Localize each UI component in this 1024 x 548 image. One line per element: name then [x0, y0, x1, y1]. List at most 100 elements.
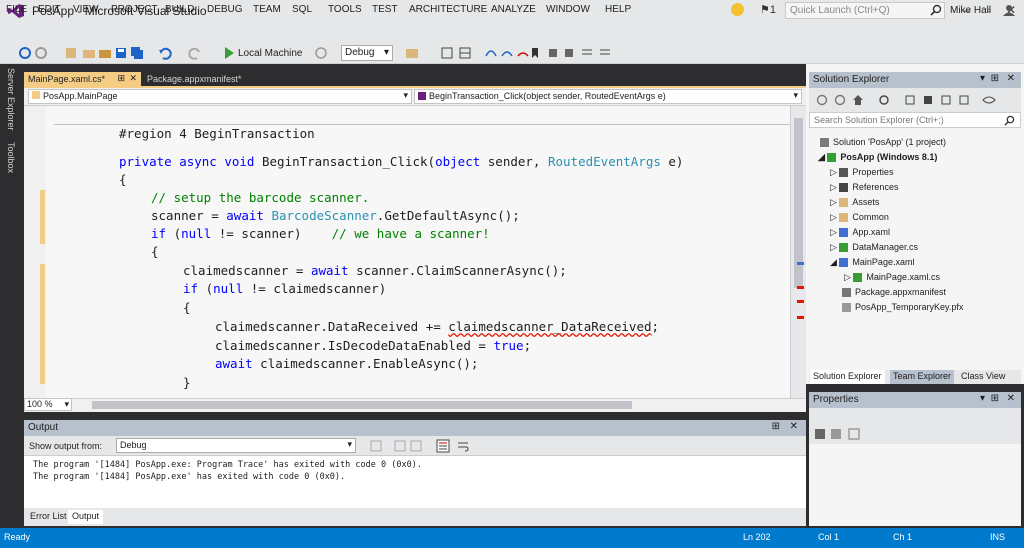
quick-launch-input[interactable]: Quick Launch (Ctrl+Q) [785, 2, 945, 19]
collapsed-arrow-icon[interactable]: ▷ [830, 242, 839, 252]
panel-splitter[interactable] [24, 412, 806, 420]
find-in-files-icon[interactable] [405, 46, 419, 60]
feedback-smiley-icon[interactable] [731, 3, 744, 16]
menu-sql[interactable]: SQL [292, 4, 312, 15]
forward-icon[interactable] [834, 94, 846, 106]
toolbox-tab[interactable]: Toolbox [6, 142, 16, 173]
tree-item-assets[interactable]: ▷ Assets [830, 195, 879, 209]
menu-team[interactable]: TEAM [253, 4, 281, 15]
menu-project[interactable]: PROJECT [111, 4, 158, 15]
tree-item-datamanager-cs[interactable]: ▷ DataManager.cs [830, 240, 918, 254]
expanded-arrow-icon[interactable]: ◢ [818, 152, 827, 162]
open-folder-icon[interactable] [98, 46, 112, 60]
menu-help[interactable]: HELP [605, 4, 631, 15]
find-message-icon[interactable] [370, 440, 382, 452]
open-file-icon[interactable] [82, 46, 96, 60]
forward-navigation-icon[interactable] [34, 46, 48, 60]
tree-item-common[interactable]: ▷ Common [830, 210, 889, 224]
close-icon[interactable]: ✕ [1007, 393, 1015, 404]
solution-search-input[interactable]: Search Solution Explorer (Ctrl+;) [809, 112, 1021, 128]
menu-analyze[interactable]: ANALYZE [491, 4, 536, 15]
save-icon[interactable] [114, 46, 128, 60]
user-account-icon[interactable] [1002, 4, 1016, 16]
tab-team-explorer[interactable]: Team Explorer [890, 370, 955, 384]
notifications-flag-icon[interactable]: ⚑1 [760, 3, 776, 16]
chevron-down-icon[interactable]: ▾ [980, 393, 985, 404]
tree-item-mainpage-xaml[interactable]: ◢ MainPage.xaml [830, 255, 914, 269]
collapsed-arrow-icon[interactable]: ▷ [830, 212, 839, 222]
menu-edit[interactable]: EDIT [38, 4, 61, 15]
menu-architecture[interactable]: ARCHITECTURE [409, 4, 487, 15]
tab-output[interactable]: Output [68, 510, 104, 524]
close-tab-icon[interactable]: ✕ [129, 73, 137, 84]
home-icon[interactable] [852, 94, 864, 106]
zoom-select[interactable]: 100 % ▾ [24, 398, 72, 411]
properties-window-icon[interactable] [458, 46, 472, 60]
show-all-files-icon[interactable] [922, 94, 934, 106]
save-all-icon[interactable] [130, 46, 144, 60]
menu-debug[interactable]: DEBUG [207, 4, 243, 15]
comment-out-icon[interactable] [580, 46, 594, 60]
new-project-icon[interactable] [64, 46, 78, 60]
pin-icon[interactable]: ⊞ [117, 73, 125, 84]
menu-file[interactable]: FILE [6, 4, 27, 15]
tree-item-app-xaml[interactable]: ▷ App.xaml [830, 225, 890, 239]
solution-configuration-select[interactable]: Debug ▾ [341, 45, 393, 61]
solution-explorer-icon[interactable] [440, 46, 454, 60]
property-pages-icon[interactable] [848, 428, 860, 440]
menu-build[interactable]: BUILD [165, 4, 194, 15]
output-source-select[interactable]: Debug ▾ [116, 438, 356, 453]
tab-error-list[interactable]: Error List [26, 510, 71, 524]
horizontal-scroll-thumb[interactable] [92, 401, 632, 409]
run-target-label[interactable]: Local Machine [238, 48, 302, 59]
previous-bookmark-icon[interactable] [546, 46, 560, 60]
tree-item-project[interactable]: ◢ PosApp (Windows 8.1) [818, 150, 937, 164]
categorized-icon[interactable] [814, 428, 826, 440]
previous-message-icon[interactable] [394, 440, 406, 452]
member-dropdown[interactable]: BeginTransaction_Click(object sender, Ro… [414, 89, 802, 104]
collapsed-arrow-icon[interactable]: ▷ [830, 227, 839, 237]
next-message-icon[interactable] [410, 440, 422, 452]
uncomment-icon[interactable] [598, 46, 612, 60]
type-dropdown[interactable]: PosApp.MainPage ▾ [28, 89, 412, 104]
chevron-down-icon[interactable]: ▾ [980, 73, 985, 84]
tree-item-references[interactable]: ▷ References [830, 180, 898, 194]
tree-item-temporary-key[interactable]: PosApp_TemporaryKey.pfx [842, 300, 963, 314]
undo-icon[interactable] [158, 46, 172, 60]
pin-icon[interactable]: ⊞ [991, 393, 999, 404]
close-icon[interactable]: ✕ [790, 421, 798, 432]
start-debugging-play-icon[interactable] [225, 47, 234, 59]
properties-grid[interactable] [809, 444, 1021, 526]
menu-window[interactable]: WINDOW [546, 4, 590, 15]
alphabetical-icon[interactable] [830, 428, 842, 440]
redo-icon[interactable] [188, 46, 202, 60]
refresh-icon[interactable] [940, 94, 952, 106]
next-bookmark-icon[interactable] [562, 46, 576, 60]
close-icon[interactable]: ✕ [1007, 73, 1015, 84]
expanded-arrow-icon[interactable]: ◢ [830, 257, 839, 267]
signed-in-user[interactable]: Mike Hall [950, 5, 991, 16]
bookmark-icon[interactable] [528, 46, 542, 60]
sync-icon[interactable] [878, 94, 890, 106]
server-explorer-tab[interactable]: Server Explorer [6, 68, 16, 131]
collapsed-arrow-icon[interactable]: ▷ [830, 197, 839, 207]
menu-test[interactable]: TEST [372, 4, 398, 15]
collapsed-arrow-icon[interactable]: ▷ [830, 182, 839, 192]
clear-all-icon[interactable] [436, 439, 450, 453]
tab-solution-explorer[interactable]: Solution Explorer [810, 370, 885, 384]
back-icon[interactable] [816, 94, 828, 106]
tree-item-mainpage-xaml-cs[interactable]: ▷ MainPage.xaml.cs [844, 270, 940, 284]
pin-icon[interactable]: ⊞ [991, 73, 999, 84]
tree-item-properties[interactable]: ▷ Properties [830, 165, 893, 179]
tree-item-solution[interactable]: Solution 'PosApp' (1 project) [820, 135, 946, 149]
tree-item-package-appxmanifest[interactable]: Package.appxmanifest [842, 285, 946, 299]
collapse-all-icon[interactable] [904, 94, 916, 106]
word-wrap-icon[interactable] [456, 439, 470, 453]
back-navigation-icon[interactable] [18, 46, 32, 60]
collapsed-arrow-icon[interactable]: ▷ [844, 272, 853, 282]
menu-tools[interactable]: TOOLS [328, 4, 362, 15]
pin-icon[interactable]: ⊞ [772, 421, 780, 432]
properties-icon[interactable] [958, 94, 970, 106]
attach-icon[interactable] [314, 46, 328, 60]
preview-icon[interactable] [982, 94, 996, 106]
